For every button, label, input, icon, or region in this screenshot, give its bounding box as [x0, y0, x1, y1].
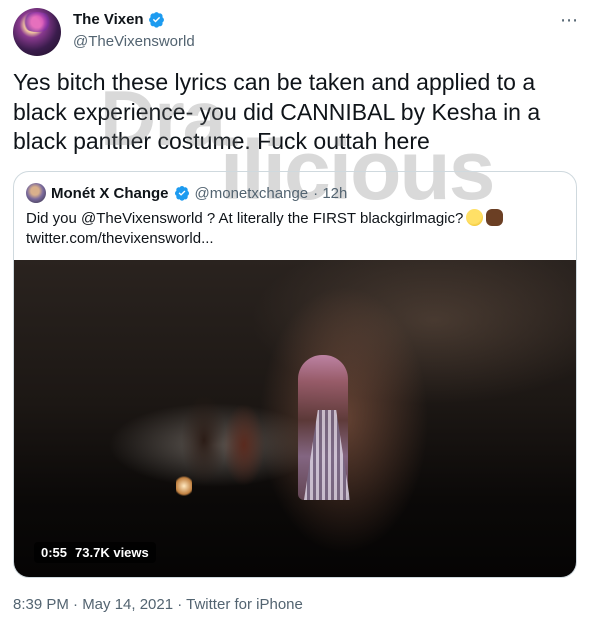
quoted-tweet-text: Did you @TheVixensworld ? At literally t…	[26, 209, 566, 249]
verified-badge-icon	[148, 12, 164, 28]
quoted-tweet-body: Did you @TheVixensworld ? At literally t…	[26, 210, 464, 227]
video-duration: 0:55	[41, 545, 68, 560]
author-name-row: The Vixen	[73, 11, 165, 28]
video-dancers	[164, 370, 274, 520]
more-options-icon[interactable]: ⋯	[560, 10, 579, 31]
quoted-author-name: Monét X Change	[51, 184, 169, 202]
quoted-tweet-header: Monét X Change @monetxchange · 12h	[26, 183, 347, 203]
quoted-tweet-time: · 12h	[313, 184, 348, 202]
quoted-verified-badge-icon	[174, 186, 189, 201]
author-name[interactable]: The Vixen	[73, 11, 144, 28]
quoted-tweet[interactable]: Monét X Change @monetxchange · 12h Did y…	[13, 171, 577, 578]
author-avatar[interactable]	[13, 8, 61, 56]
thinking-face-icon	[466, 209, 484, 226]
tweet-text: Yes bitch these lyrics can be taken and …	[13, 69, 541, 154]
raised-fist-icon	[486, 209, 504, 226]
stage-light	[176, 475, 192, 497]
video-player[interactable]: 0:55 73.7K views	[14, 260, 576, 577]
video-stats-badge: 0:55 73.7K views	[34, 542, 156, 563]
quoted-author-handle: @monetxchange	[194, 184, 309, 202]
quoted-tweet-link[interactable]: twitter.com/thevixensworld...	[26, 230, 214, 247]
video-views: 73.7K views	[75, 545, 149, 560]
author-handle[interactable]: @TheVixensworld	[73, 33, 195, 50]
quoted-author-avatar	[26, 183, 46, 203]
tweet-timestamp[interactable]: 8:39 PM · May 14, 2021 · Twitter for iPh…	[13, 596, 303, 613]
